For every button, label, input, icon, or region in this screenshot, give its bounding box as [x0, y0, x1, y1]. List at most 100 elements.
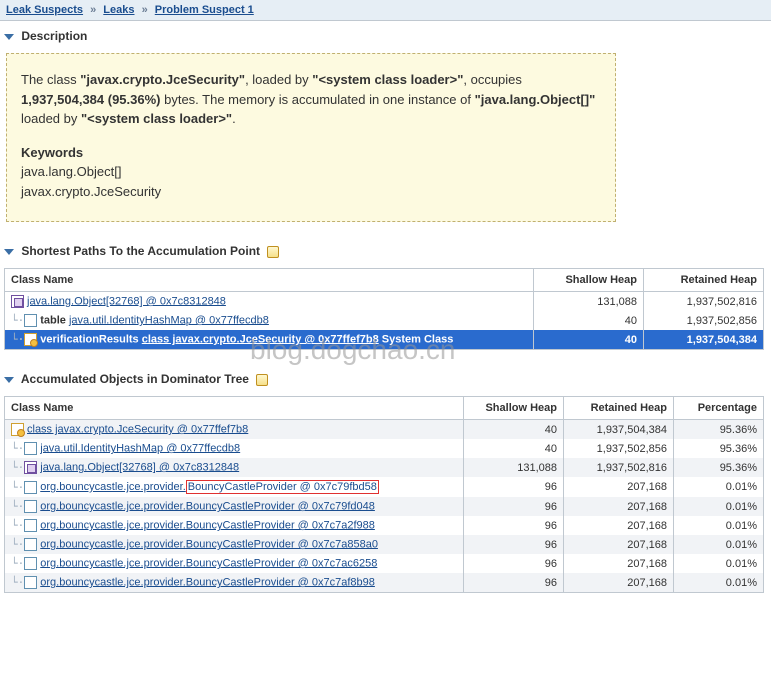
retained-heap-value: 207,168	[564, 554, 674, 573]
twisty-down-icon	[4, 249, 14, 255]
shallow-heap-value: 96	[464, 535, 564, 554]
shortest-paths-table: Class Name Shallow Heap Retained Heap ja…	[4, 268, 764, 350]
section-header-shortest-paths[interactable]: Shortest Paths To the Accumulation Point	[0, 236, 771, 264]
tree-branch-icon: └·	[11, 333, 24, 346]
obj-icon	[24, 314, 37, 327]
percentage-value: 0.01%	[674, 535, 764, 554]
keyword: java.lang.Object[]	[21, 162, 601, 182]
retained-heap-value: 1,937,504,384	[564, 420, 674, 440]
table-row[interactable]: └· table java.util.IdentityHashMap @ 0x77…	[5, 311, 764, 330]
table-row[interactable]: └· org.bouncycastle.jce.provider.BouncyCa…	[5, 554, 764, 573]
class-icon	[11, 423, 24, 436]
percentage-value: 95.36%	[674, 420, 764, 440]
obj-icon	[24, 557, 37, 570]
table-row[interactable]: java.lang.Object[32768] @ 0x7c8312848131…	[5, 292, 764, 312]
percentage-value: 0.01%	[674, 573, 764, 593]
table-icon[interactable]	[256, 374, 268, 386]
table-row[interactable]: └·org.bouncycastle.jce.provider.BouncyCa…	[5, 573, 764, 593]
section-header-accumulated[interactable]: Accumulated Objects in Dominator Tree	[0, 364, 771, 392]
percentage-value: 95.36%	[674, 458, 764, 477]
percentage-value: 0.01%	[674, 516, 764, 535]
shallow-heap-value: 96	[464, 497, 564, 516]
percentage-value: 0.01%	[674, 554, 764, 573]
class-icon	[24, 333, 37, 346]
class-link[interactable]: java.util.IdentityHashMap @ 0x77ffecdb8	[40, 442, 240, 454]
class-link[interactable]: org.bouncycastle.jce.provider.BouncyCast…	[40, 538, 378, 550]
tree-branch-icon: └·	[11, 500, 24, 513]
row-prefix: verificationResults	[40, 333, 141, 345]
retained-heap-value: 1,937,502,816	[644, 292, 764, 312]
twisty-down-icon	[4, 377, 14, 383]
table-row[interactable]: └· org.bouncycastle.jce.provider.BouncyCa…	[5, 535, 764, 554]
percentage-value: 95.36%	[674, 439, 764, 458]
col-shallow-heap[interactable]: Shallow Heap	[464, 397, 564, 420]
class-link[interactable]: org.bouncycastle.jce.provider.BouncyCast…	[40, 481, 379, 493]
retained-heap-value: 207,168	[564, 573, 674, 593]
class-link[interactable]: org.bouncycastle.jce.provider.BouncyCast…	[40, 500, 375, 512]
table-row[interactable]: └· org.bouncycastle.jce.provider.BouncyCa…	[5, 516, 764, 535]
keyword: javax.crypto.JceSecurity	[21, 182, 601, 202]
retained-heap-value: 1,937,502,856	[644, 311, 764, 330]
col-class-name[interactable]: Class Name	[5, 397, 464, 420]
class-link[interactable]: java.lang.Object[32768] @ 0x7c8312848	[27, 295, 226, 307]
breadcrumb-link-problem-suspect[interactable]: Problem Suspect 1	[155, 4, 254, 16]
row-prefix: table	[40, 314, 69, 326]
col-class-name[interactable]: Class Name	[5, 269, 534, 292]
tree-branch-icon: └·	[11, 519, 24, 532]
obj-icon	[24, 481, 37, 494]
obj-icon	[24, 500, 37, 513]
shallow-heap-value: 131,088	[464, 458, 564, 477]
class-link[interactable]: org.bouncycastle.jce.provider.BouncyCast…	[40, 557, 377, 569]
table-row[interactable]: └· verificationResults class javax.crypto…	[5, 330, 764, 350]
breadcrumb-sep-icon: »	[90, 4, 96, 16]
shallow-heap-value: 40	[464, 439, 564, 458]
table-row[interactable]: └· org.bouncycastle.jce.provider.BouncyCa…	[5, 497, 764, 516]
shallow-heap-value: 96	[464, 554, 564, 573]
table-icon[interactable]	[267, 246, 279, 258]
description-text: The class "javax.crypto.JceSecurity", lo…	[21, 70, 601, 129]
col-percentage[interactable]: Percentage	[674, 397, 764, 420]
class-link[interactable]: java.lang.Object[32768] @ 0x7c8312848	[40, 461, 239, 473]
table-row[interactable]: └· java.util.IdentityHashMap @ 0x77ffecdb…	[5, 439, 764, 458]
percentage-value: 0.01%	[674, 477, 764, 497]
section-title: Shortest Paths To the Accumulation Point	[21, 244, 260, 258]
tree-branch-icon: └·	[11, 538, 24, 551]
obj-icon	[24, 519, 37, 532]
col-shallow-heap[interactable]: Shallow Heap	[534, 269, 644, 292]
col-retained-heap[interactable]: Retained Heap	[644, 269, 764, 292]
description-box: The class "javax.crypto.JceSecurity", lo…	[6, 53, 616, 222]
shallow-heap-value: 96	[464, 516, 564, 535]
highlighted-text: BouncyCastleProvider @ 0x7c79fbd58	[186, 480, 379, 494]
table-row[interactable]: └· org.bouncycastle.jce.provider.BouncyCa…	[5, 477, 764, 497]
twisty-down-icon	[4, 34, 14, 40]
breadcrumb-link-leak-suspects[interactable]: Leak Suspects	[6, 4, 83, 16]
table-row[interactable]: └· java.lang.Object[32768] @ 0x7c8312848 1…	[5, 458, 764, 477]
arr-icon	[11, 295, 24, 308]
retained-heap-value: 207,168	[564, 516, 674, 535]
retained-heap-value: 207,168	[564, 535, 674, 554]
class-link[interactable]: class javax.crypto.JceSecurity @ 0x77ffe…	[142, 333, 379, 345]
col-retained-heap[interactable]: Retained Heap	[564, 397, 674, 420]
percentage-value: 0.01%	[674, 497, 764, 516]
shallow-heap-value: 40	[464, 420, 564, 440]
keywords-title: Keywords	[21, 143, 601, 163]
shallow-heap-value: 96	[464, 573, 564, 593]
class-link[interactable]: org.bouncycastle.jce.provider.BouncyCast…	[40, 576, 375, 588]
tree-branch-icon: └·	[11, 481, 24, 494]
class-link[interactable]: class javax.crypto.JceSecurity @ 0x77ffe…	[27, 423, 248, 435]
accumulated-table: Class Name Shallow Heap Retained Heap Pe…	[4, 396, 764, 593]
class-link[interactable]: java.util.IdentityHashMap @ 0x77ffecdb8	[69, 314, 269, 326]
section-title: Accumulated Objects in Dominator Tree	[21, 372, 249, 386]
tree-branch-icon: └·	[11, 461, 24, 474]
retained-heap-value: 1,937,502,816	[564, 458, 674, 477]
retained-heap-value: 207,168	[564, 477, 674, 497]
tree-branch-icon: └·	[11, 557, 24, 570]
class-link[interactable]: org.bouncycastle.jce.provider.BouncyCast…	[40, 519, 375, 531]
breadcrumb-sep-icon: »	[142, 4, 148, 16]
tree-branch-icon: └·	[11, 314, 24, 327]
breadcrumb-link-leaks[interactable]: Leaks	[103, 4, 134, 16]
section-header-description[interactable]: Description	[0, 21, 771, 49]
table-row[interactable]: class javax.crypto.JceSecurity @ 0x77ffe…	[5, 420, 764, 440]
shallow-heap-value: 40	[534, 330, 644, 350]
tree-branch-icon: └·	[11, 442, 24, 455]
